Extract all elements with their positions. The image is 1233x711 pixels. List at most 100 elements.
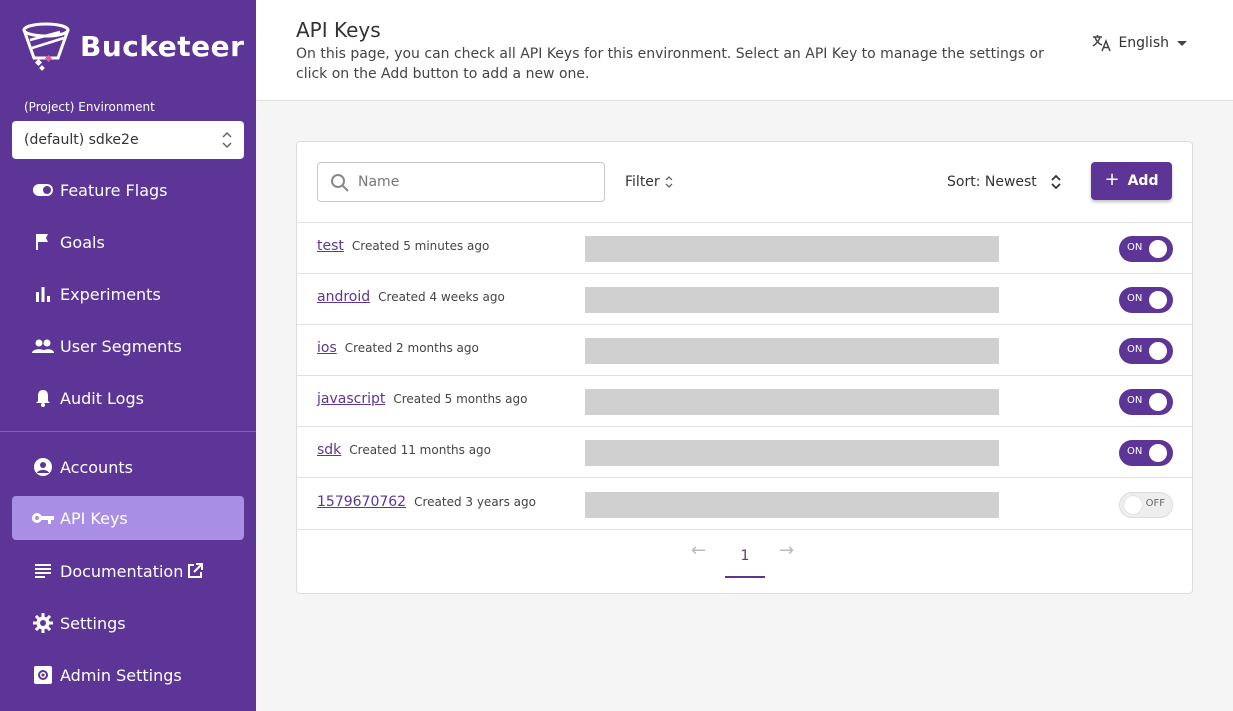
add-api-key-button[interactable]: + Add bbox=[1091, 162, 1172, 200]
app-name: Bucketeer bbox=[80, 29, 245, 63]
created-time: Created 3 years ago bbox=[414, 495, 536, 509]
created-time: Created 11 months ago bbox=[349, 443, 492, 457]
unfold-icon bbox=[665, 176, 673, 188]
nav-item-audit-logs[interactable]: Audit Logs bbox=[12, 376, 244, 420]
page-number-button[interactable]: 1 bbox=[725, 534, 765, 578]
created-time: Created 5 minutes ago bbox=[351, 239, 490, 253]
nav-item-experiments[interactable]: Experiments bbox=[12, 272, 244, 316]
nav-item-goals[interactable]: Goals bbox=[12, 220, 244, 264]
toggle-label: ON bbox=[1127, 344, 1143, 355]
toggle-label: ON bbox=[1127, 395, 1143, 406]
nav-item-settings[interactable]: Settings bbox=[12, 601, 244, 645]
api-key-name-link[interactable]: ios Created 2 months ago bbox=[317, 340, 479, 356]
environment-value: (default) sdke2e bbox=[24, 132, 139, 148]
environment-label: (Project) Environment bbox=[24, 100, 155, 114]
toggle-label: ON bbox=[1127, 242, 1143, 253]
unfold-icon bbox=[1051, 174, 1061, 190]
flag-icon bbox=[32, 231, 54, 253]
page-title: API Keys bbox=[296, 18, 381, 42]
api-key-name[interactable]: test bbox=[317, 238, 344, 254]
api-key-name-link[interactable]: 1579670762 Created 3 years ago bbox=[317, 494, 536, 510]
account-circle-icon bbox=[32, 456, 54, 478]
next-page-button[interactable]: → bbox=[779, 540, 794, 561]
api-key-value-masked bbox=[585, 338, 999, 364]
enable-toggle[interactable]: ON bbox=[1119, 389, 1173, 415]
toggle-label: OFF bbox=[1145, 498, 1165, 509]
toggle-knob bbox=[1149, 342, 1167, 360]
toggle-knob bbox=[1124, 496, 1142, 514]
nav-item-label: Goals bbox=[60, 232, 105, 252]
list-toolbar: Name Filter Sort: Newest + Add bbox=[297, 142, 1192, 223]
toggle-label: ON bbox=[1127, 293, 1143, 304]
nav-item-documentation[interactable]: Documentation bbox=[12, 549, 244, 593]
bucketeer-logo-icon bbox=[20, 20, 72, 72]
nav-item-label: User Segments bbox=[60, 336, 182, 356]
nav-item-label: Accounts bbox=[60, 457, 133, 477]
api-key-name-link[interactable]: javascript Created 5 months ago bbox=[317, 391, 527, 407]
api-key-value-masked bbox=[585, 389, 999, 415]
page-description: On this page, you can check all API Keys… bbox=[296, 46, 1044, 82]
table-row: 1579670762 Created 3 years ago OFF bbox=[297, 479, 1192, 530]
nav-item-accounts[interactable]: Accounts bbox=[12, 445, 244, 489]
external-link-icon bbox=[187, 563, 204, 579]
language-selector[interactable]: English bbox=[1092, 34, 1187, 52]
table-row: test Created 5 minutes ago ON bbox=[297, 223, 1192, 274]
api-key-name-link[interactable]: android Created 4 weeks ago bbox=[317, 289, 505, 305]
plus-icon: + bbox=[1104, 168, 1120, 190]
search-icon bbox=[331, 174, 349, 192]
logo[interactable]: Bucketeer bbox=[20, 20, 244, 72]
nav-item-feature-flags[interactable]: Feature Flags bbox=[12, 168, 244, 212]
gear-icon bbox=[32, 612, 54, 634]
toggle-knob bbox=[1149, 444, 1167, 462]
environment-select[interactable]: (default) sdke2e bbox=[12, 121, 244, 159]
nav-item-api-keys[interactable]: API Keys bbox=[12, 496, 244, 540]
api-key-name[interactable]: 1579670762 bbox=[317, 494, 406, 510]
pagination: ← 1 → bbox=[297, 534, 1192, 578]
nav-item-label: Admin Settings bbox=[60, 665, 182, 685]
toggle-knob bbox=[1149, 291, 1167, 309]
prev-page-button[interactable]: ← bbox=[691, 540, 706, 561]
toggle-icon bbox=[32, 179, 54, 201]
sort-select[interactable]: Sort: Newest bbox=[947, 174, 1061, 190]
table-row: javascript Created 5 months ago ON bbox=[297, 376, 1192, 427]
nav-item-label: Experiments bbox=[60, 284, 161, 304]
api-key-name[interactable]: javascript bbox=[317, 391, 385, 407]
enable-toggle[interactable]: ON bbox=[1119, 287, 1173, 313]
caret-down-icon bbox=[1177, 40, 1187, 46]
api-key-name[interactable]: sdk bbox=[317, 442, 341, 458]
api-key-name[interactable]: ios bbox=[317, 340, 337, 356]
enable-toggle[interactable]: ON bbox=[1119, 440, 1173, 466]
search-input[interactable]: Name bbox=[317, 162, 605, 202]
toggle-label: ON bbox=[1127, 446, 1143, 457]
bell-icon bbox=[32, 387, 54, 409]
nav-item-label: Settings bbox=[60, 613, 126, 633]
nav-item-label: Audit Logs bbox=[60, 388, 144, 408]
add-button-label: Add bbox=[1127, 173, 1159, 189]
nav-item-user-segments[interactable]: User Segments bbox=[12, 324, 244, 368]
api-key-value-masked bbox=[585, 236, 999, 262]
filter-button[interactable]: Filter bbox=[625, 174, 674, 190]
api-key-value-masked bbox=[585, 287, 999, 313]
filter-label: Filter bbox=[625, 174, 660, 190]
search-placeholder: Name bbox=[358, 174, 400, 190]
api-key-name[interactable]: android bbox=[317, 289, 370, 305]
api-key-value-masked bbox=[585, 492, 999, 518]
toggle-knob bbox=[1149, 240, 1167, 258]
nav-item-label: Documentation bbox=[60, 561, 184, 581]
translate-icon bbox=[1092, 34, 1112, 52]
sidebar: Bucketeer (Project) Environment (default… bbox=[0, 0, 256, 711]
admin-gear-icon bbox=[32, 664, 54, 686]
nav-item-admin-settings[interactable]: Admin Settings bbox=[12, 653, 244, 697]
api-key-name-link[interactable]: test Created 5 minutes ago bbox=[317, 238, 489, 254]
sort-label: Sort: Newest bbox=[947, 174, 1037, 190]
enable-toggle[interactable]: ON bbox=[1119, 338, 1173, 364]
api-key-name-link[interactable]: sdk Created 11 months ago bbox=[317, 442, 491, 458]
enable-toggle[interactable]: ON bbox=[1119, 236, 1173, 262]
bar-chart-icon bbox=[32, 283, 54, 305]
table-row: android Created 4 weeks ago ON bbox=[297, 274, 1192, 325]
table-row: ios Created 2 months ago ON bbox=[297, 325, 1192, 376]
toggle-knob bbox=[1149, 393, 1167, 411]
table-row: sdk Created 11 months ago ON bbox=[297, 427, 1192, 478]
enable-toggle[interactable]: OFF bbox=[1119, 492, 1173, 518]
created-time: Created 5 months ago bbox=[393, 392, 528, 406]
